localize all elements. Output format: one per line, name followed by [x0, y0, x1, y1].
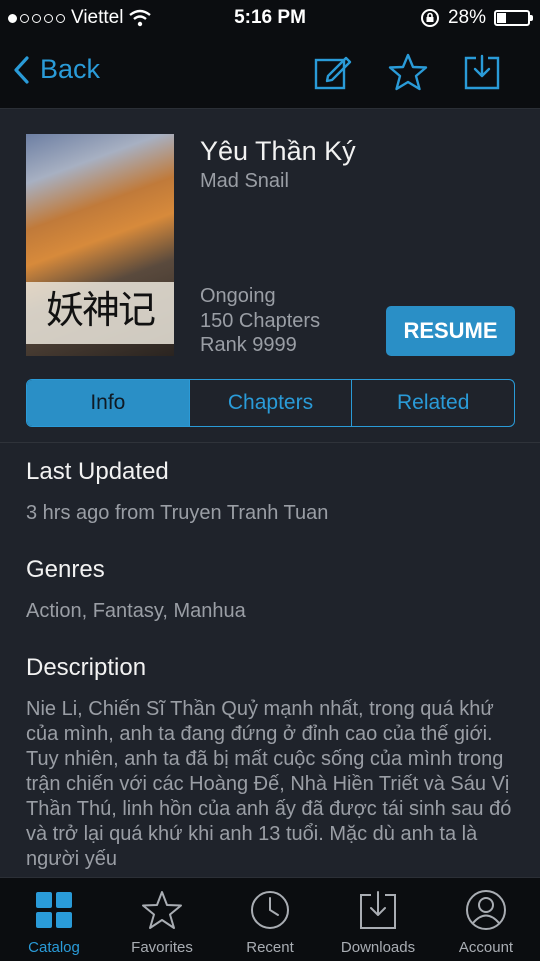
user-icon: [466, 890, 506, 930]
manga-title: Yêu Thần Ký: [200, 136, 356, 166]
tab-downloads-label: Downloads: [340, 939, 416, 956]
status-right: 28%: [420, 7, 533, 29]
description-text: Nie Li, Chiến Sĩ Thần Quỷ mạnh nhất, tro…: [26, 698, 512, 870]
last-updated-heading: Last Updated: [26, 458, 169, 485]
status-bar: Viettel 5:16 PM 28%: [0, 0, 540, 36]
genres-value: Action, Fantasy, Manhua: [26, 600, 246, 622]
manga-status: Ongoing: [200, 285, 276, 307]
description-heading: Description: [26, 654, 147, 681]
manga-chapter-count: 150 Chapters: [200, 310, 321, 332]
tab-favorites-label: Favorites: [131, 939, 193, 956]
last-updated-value: 3 hrs ago from Truyen Tranh Tuan: [26, 502, 329, 524]
tab-info[interactable]: Info: [27, 380, 189, 426]
battery-icon: [494, 10, 533, 26]
cover-image: 妖神记: [26, 134, 174, 356]
download-icon[interactable]: [462, 52, 502, 92]
orientation-lock-icon: [420, 9, 439, 27]
tab-chapters[interactable]: Chapters: [188, 380, 352, 426]
tab-related[interactable]: Related: [351, 380, 514, 426]
chevron-left-icon: [14, 55, 29, 84]
tab-account[interactable]: Account: [432, 878, 540, 961]
manga-rank: Rank 9999: [200, 334, 297, 356]
tab-catalog-label: Catalog: [28, 939, 80, 956]
star-icon[interactable]: [388, 52, 428, 92]
tab-downloads[interactable]: Downloads: [324, 878, 432, 961]
nav-bar: Back: [0, 36, 540, 109]
tab-recent-label: Recent: [246, 939, 294, 956]
star-outline-icon: [142, 891, 182, 929]
resume-button[interactable]: RESUME: [386, 306, 515, 356]
back-label: Back: [40, 54, 101, 84]
divider: [0, 442, 540, 443]
download-tray-icon: [360, 891, 396, 929]
tab-recent[interactable]: Recent: [216, 878, 324, 961]
edit-icon[interactable]: [312, 52, 352, 92]
clock-icon: [251, 891, 289, 929]
tab-catalog[interactable]: Catalog: [0, 878, 108, 961]
grid-icon: [36, 892, 72, 928]
tab-account-label: Account: [458, 939, 514, 956]
manga-author: Mad Snail: [200, 170, 289, 192]
genres-heading: Genres: [26, 556, 105, 583]
segmented-control: Info Chapters Related: [26, 379, 515, 427]
tab-favorites[interactable]: Favorites: [108, 878, 216, 961]
battery-percent: 28%: [447, 7, 486, 28]
tab-bar: Catalog Favorites Recent Downloads Accou…: [0, 877, 540, 961]
back-button[interactable]: Back: [12, 54, 100, 85]
cover-title-art: 妖神记: [45, 288, 156, 332]
